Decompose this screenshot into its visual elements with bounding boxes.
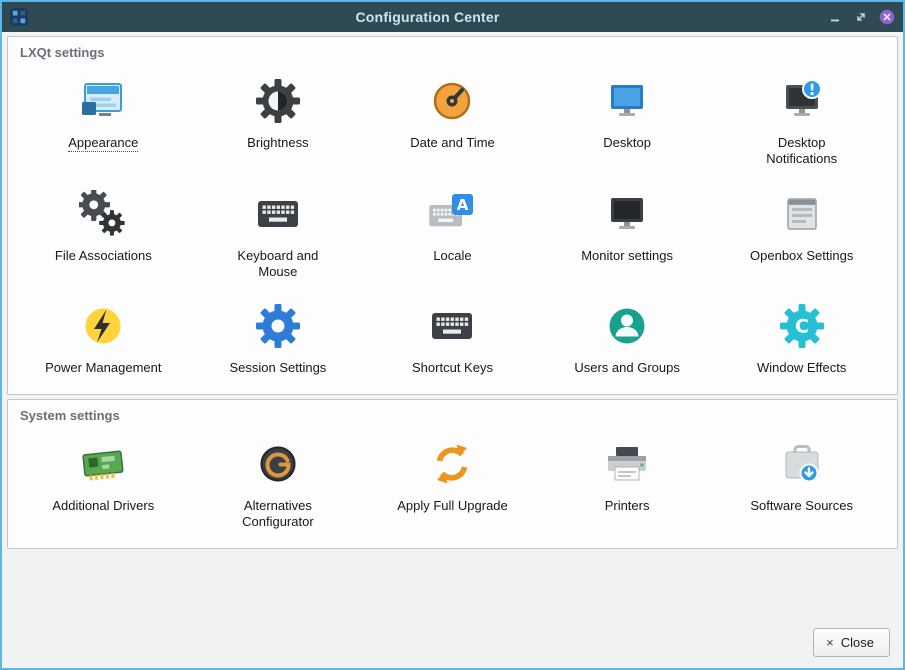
printers-icon — [603, 440, 651, 488]
date-time-icon — [428, 77, 476, 125]
close-window-button[interactable] — [879, 9, 895, 25]
window-effects-icon: C — [778, 302, 826, 350]
launcher-item-desktop-notifications[interactable]: Desktop Notifications — [714, 62, 889, 175]
launcher-item-label: Keyboard and Mouse — [219, 248, 337, 280]
launcher-item-label: Date and Time — [410, 135, 495, 151]
launcher-item-users-groups[interactable]: Users and Groups — [540, 287, 715, 384]
brightness-icon — [254, 77, 302, 125]
launcher-item-appearance[interactable]: Appearance — [16, 62, 191, 175]
group-system-settings-title: System settings — [16, 404, 889, 425]
svg-text:C: C — [795, 316, 809, 338]
session-settings-icon — [254, 302, 302, 350]
shortcut-keys-icon — [428, 302, 476, 350]
maximize-icon — [853, 9, 869, 25]
launcher-item-file-associations[interactable]: File Associations — [16, 175, 191, 288]
launcher-item-label: Shortcut Keys — [412, 360, 493, 376]
apply-full-upgrade-icon — [428, 440, 476, 488]
launcher-item-label: Power Management — [45, 360, 161, 376]
launcher-item-session-settings[interactable]: Session Settings — [191, 287, 366, 384]
svg-text:A: A — [457, 196, 469, 214]
openbox-settings-icon — [778, 190, 826, 238]
launcher-item-label: Monitor settings — [581, 248, 673, 264]
system-settings-grid: Additional Drivers Alternatives Configura… — [16, 425, 889, 538]
close-button-label: Close — [841, 635, 874, 650]
launcher-item-label: Openbox Settings — [750, 248, 853, 264]
window-title: Configuration Center — [28, 9, 827, 25]
launcher-item-openbox-settings[interactable]: Openbox Settings — [714, 175, 889, 288]
launcher-item-keyboard-mouse[interactable]: Keyboard and Mouse — [191, 175, 366, 288]
close-window-icon — [879, 9, 895, 25]
launcher-item-date-time[interactable]: Date and Time — [365, 62, 540, 175]
launcher-item-power-management[interactable]: Power Management — [16, 287, 191, 384]
launcher-item-label: Desktop Notifications — [743, 135, 861, 167]
maximize-button[interactable] — [853, 9, 869, 25]
close-button-icon: × — [826, 636, 834, 649]
launcher-item-label: Desktop — [603, 135, 651, 151]
launcher-item-desktop[interactable]: Desktop — [540, 62, 715, 175]
titlebar[interactable]: Configuration Center — [2, 2, 903, 32]
group-lxqt-settings: LXQt settings Appearance Brightness Date a… — [7, 36, 898, 395]
launcher-item-apply-full-upgrade[interactable]: Apply Full Upgrade — [365, 425, 540, 538]
footer: × Close — [7, 553, 898, 668]
power-management-icon — [79, 302, 127, 350]
launcher-item-brightness[interactable]: Brightness — [191, 62, 366, 175]
users-groups-icon — [603, 302, 651, 350]
close-button[interactable]: × Close — [813, 628, 890, 657]
launcher-item-label: Alternatives Configurator — [219, 498, 337, 530]
alternatives-configurator-icon — [254, 440, 302, 488]
desktop-icon — [603, 77, 651, 125]
group-lxqt-settings-title: LXQt settings — [16, 41, 889, 62]
configuration-center-window: Configuration Center LXQt settings Appea… — [0, 0, 905, 670]
launcher-item-locale[interactable]: A Locale — [365, 175, 540, 288]
launcher-item-label: Window Effects — [757, 360, 846, 376]
group-system-settings: System settings Additional Drivers Altern… — [7, 399, 898, 549]
launcher-item-window-effects[interactable]: C Window Effects — [714, 287, 889, 384]
software-sources-icon — [778, 440, 826, 488]
launcher-item-label: Additional Drivers — [52, 498, 154, 514]
minimize-button[interactable] — [827, 9, 843, 25]
launcher-item-label: Software Sources — [750, 498, 853, 514]
locale-icon: A — [428, 190, 476, 238]
launcher-item-software-sources[interactable]: Software Sources — [714, 425, 889, 538]
lxqt-settings-grid: Appearance Brightness Date and Time Desktop… — [16, 62, 889, 384]
launcher-item-monitor-settings[interactable]: Monitor settings — [540, 175, 715, 288]
launcher-item-printers[interactable]: Printers — [540, 425, 715, 538]
additional-drivers-icon — [79, 440, 127, 488]
configuration-center-window-icon — [10, 8, 28, 26]
minimize-icon — [827, 9, 843, 25]
file-associations-icon — [79, 190, 127, 238]
launcher-item-label: Apply Full Upgrade — [397, 498, 508, 514]
launcher-item-label: Printers — [605, 498, 650, 514]
launcher-item-label: Brightness — [247, 135, 308, 151]
launcher-item-label: Session Settings — [229, 360, 326, 376]
monitor-settings-icon — [603, 190, 651, 238]
launcher-item-shortcut-keys[interactable]: Shortcut Keys — [365, 287, 540, 384]
launcher-item-label: Locale — [433, 248, 471, 264]
launcher-item-label: Appearance — [68, 135, 138, 152]
launcher-item-additional-drivers[interactable]: Additional Drivers — [16, 425, 191, 538]
launcher-item-alternatives-configurator[interactable]: Alternatives Configurator — [191, 425, 366, 538]
launcher-item-label: File Associations — [55, 248, 152, 264]
keyboard-mouse-icon — [254, 190, 302, 238]
window-controls — [827, 9, 895, 25]
appearance-icon — [79, 77, 127, 125]
launcher-item-label: Users and Groups — [574, 360, 680, 376]
content-area: LXQt settings Appearance Brightness Date a… — [2, 32, 903, 668]
desktop-notifications-icon — [778, 77, 826, 125]
